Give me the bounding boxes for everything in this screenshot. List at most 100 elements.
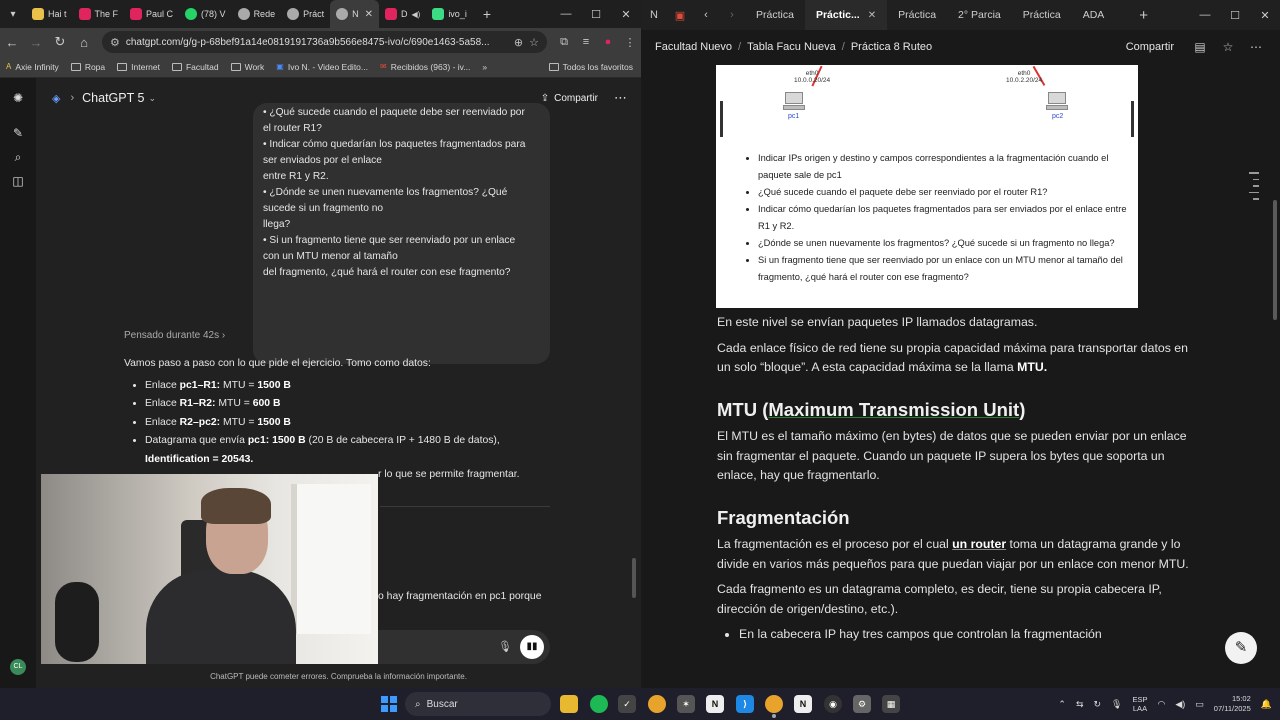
browser-tab[interactable]: Paul C xyxy=(124,0,179,28)
comment-icon[interactable]: ▤ xyxy=(1186,40,1214,54)
network-icon[interactable]: ⇆ xyxy=(1076,699,1084,710)
scrollbar-thumb[interactable] xyxy=(632,558,636,598)
bookmark-item[interactable]: ✉ Recibidos (963) - iv... xyxy=(380,62,470,72)
more-options-icon[interactable]: ⋯ xyxy=(614,90,627,106)
inline-link[interactable]: un router xyxy=(952,537,1006,551)
file-explorer-icon[interactable] xyxy=(560,695,578,713)
zoom-icon[interactable]: ⊕ xyxy=(514,36,523,49)
bookmark-star-icon[interactable]: ☆ xyxy=(529,36,539,49)
microphone-icon[interactable]: 🎙 xyxy=(498,640,512,653)
browser-tab[interactable]: D ◀) xyxy=(379,0,426,28)
forward-icon[interactable]: → xyxy=(24,35,48,50)
project-icon[interactable]: ◈ xyxy=(52,92,60,105)
taskbar-search[interactable]: ⌕ Buscar xyxy=(405,692,551,716)
minimize-icon[interactable]: — xyxy=(1190,9,1220,22)
favorite-star-icon[interactable]: ☆ xyxy=(1214,40,1242,54)
notion-tab[interactable]: Práctica xyxy=(1012,0,1072,30)
profile-icon[interactable]: ● xyxy=(597,36,619,48)
clock[interactable]: 15:02 07/11/2025 xyxy=(1214,694,1251,714)
media-icon[interactable]: ≡ xyxy=(575,36,597,48)
share-button[interactable]: ⇪ Compartir xyxy=(541,93,598,104)
language-indicator[interactable]: ESP LAA xyxy=(1132,695,1147,713)
more-bookmarks-icon[interactable]: » xyxy=(482,62,487,72)
notion-tab[interactable]: Práctica xyxy=(745,0,805,30)
chevron-right-icon[interactable]: › xyxy=(70,92,74,104)
bookmark-item[interactable]: ▣ Ivo N. - Video Edito... xyxy=(276,62,368,72)
scrollbar-thumb[interactable] xyxy=(1273,200,1277,320)
bookmark-folder[interactable]: Work xyxy=(230,62,264,72)
microphone-icon[interactable]: 🎙 xyxy=(1111,699,1122,710)
close-tab-icon[interactable]: ✕ xyxy=(868,10,876,21)
notion-logo-icon[interactable]: N xyxy=(641,9,667,21)
obs-icon[interactable]: ◉ xyxy=(824,695,842,713)
new-tab-icon[interactable]: + xyxy=(1139,7,1148,24)
notion-active-icon[interactable]: N xyxy=(794,695,812,713)
chrome-active-icon[interactable] xyxy=(765,695,783,713)
browser-tab-active[interactable]: N ✕ xyxy=(330,0,379,28)
site-info-icon[interactable]: ⚙ xyxy=(110,36,120,49)
new-tab-icon[interactable]: + xyxy=(473,6,501,22)
browser-tab[interactable]: Hai t xyxy=(26,0,73,28)
all-bookmarks[interactable]: Todos los favoritos xyxy=(548,62,633,72)
home-icon[interactable]: ⌂ xyxy=(72,35,96,50)
notion-tab[interactable]: Práctica xyxy=(887,0,947,30)
notifications-icon[interactable]: 🔔 xyxy=(1261,699,1272,710)
notion-tab-active[interactable]: Práctic... ✕ xyxy=(804,0,888,30)
extensions-icon[interactable]: ⧉ xyxy=(553,36,575,49)
menu-icon[interactable]: ⋮ xyxy=(619,36,641,49)
maximize-icon[interactable]: ☐ xyxy=(581,0,611,28)
address-bar[interactable]: ⚙ chatgpt.com/g/g-p-68bef91a14e081919173… xyxy=(102,31,547,53)
breadcrumb-item[interactable]: Facultad Nuevo xyxy=(655,41,732,53)
spotify-icon[interactable] xyxy=(590,695,608,713)
close-icon[interactable]: ✕ xyxy=(611,0,641,28)
back-icon[interactable]: ‹ xyxy=(693,9,719,21)
voice-mode-button[interactable]: ▮▮ xyxy=(520,635,544,659)
library-icon[interactable]: ◫ xyxy=(10,173,26,189)
browser-tab[interactable]: ivo_i xyxy=(426,0,473,28)
new-chat-icon[interactable]: ✎ xyxy=(10,125,26,141)
chevron-down-icon[interactable]: ⌄ xyxy=(148,93,156,104)
scrollbar[interactable] xyxy=(632,118,636,618)
more-options-icon[interactable]: ⋯ xyxy=(1242,40,1270,54)
browser-tab[interactable]: Práct xyxy=(281,0,330,28)
battery-icon[interactable]: ▭ xyxy=(1195,699,1204,710)
thinking-indicator[interactable]: Pensado durante 42s › xyxy=(124,330,225,341)
chrome-icon[interactable] xyxy=(648,695,666,713)
settings-icon[interactable]: ⚙ xyxy=(853,695,871,713)
notion-tab[interactable]: 2° Parcia xyxy=(947,0,1012,30)
bookmark-item[interactable]: A Axie Infinity xyxy=(6,62,59,72)
model-selector[interactable]: ChatGPT 5 xyxy=(82,91,144,105)
vscode-icon[interactable]: ⟩ xyxy=(736,695,754,713)
bookmark-folder[interactable]: Facultad xyxy=(171,62,219,72)
forward-icon[interactable]: › xyxy=(719,9,745,21)
reload-icon[interactable]: ↻ xyxy=(48,34,72,50)
breadcrumb-item[interactable]: Tabla Facu Nueva xyxy=(747,41,836,53)
close-icon[interactable]: ✕ xyxy=(1250,9,1280,22)
audio-icon[interactable]: ◀) xyxy=(411,10,420,19)
bookmark-folder[interactable]: Ropa xyxy=(70,62,105,72)
tab-search-icon[interactable]: ▾ xyxy=(0,0,26,28)
capcut-icon[interactable]: ✓ xyxy=(618,695,636,713)
notification-icon[interactable]: ▣ xyxy=(667,9,693,22)
game-icon[interactable]: ✶ xyxy=(677,695,695,713)
bookmark-folder[interactable]: Internet xyxy=(117,62,160,72)
browser-tab[interactable]: The F xyxy=(73,0,125,28)
breadcrumb-item[interactable]: Práctica 8 Ruteo xyxy=(851,41,932,53)
wifi-icon[interactable]: ◠ xyxy=(1158,699,1166,710)
calculator-icon[interactable]: ▦ xyxy=(882,695,900,713)
windows-start-icon[interactable] xyxy=(381,696,397,712)
browser-tab[interactable]: Rede xyxy=(232,0,282,28)
back-icon[interactable]: ← xyxy=(0,35,24,50)
table-of-contents-indicator[interactable] xyxy=(1249,172,1259,205)
share-button[interactable]: Compartir xyxy=(1126,41,1174,53)
openai-logo-icon[interactable]: ✺ xyxy=(10,90,26,106)
browser-tab[interactable]: (78) V xyxy=(179,0,232,28)
search-icon[interactable]: ⌕ xyxy=(10,149,26,165)
notion-icon[interactable]: N xyxy=(706,695,724,713)
notion-tab[interactable]: ADA xyxy=(1072,0,1116,30)
ai-assistant-button[interactable]: ✎ xyxy=(1225,632,1257,664)
close-tab-icon[interactable]: ✕ xyxy=(365,9,373,20)
minimize-icon[interactable]: — xyxy=(551,0,581,28)
sync-icon[interactable]: ↻ xyxy=(1094,699,1102,710)
volume-icon[interactable]: ◀) xyxy=(1175,699,1185,710)
